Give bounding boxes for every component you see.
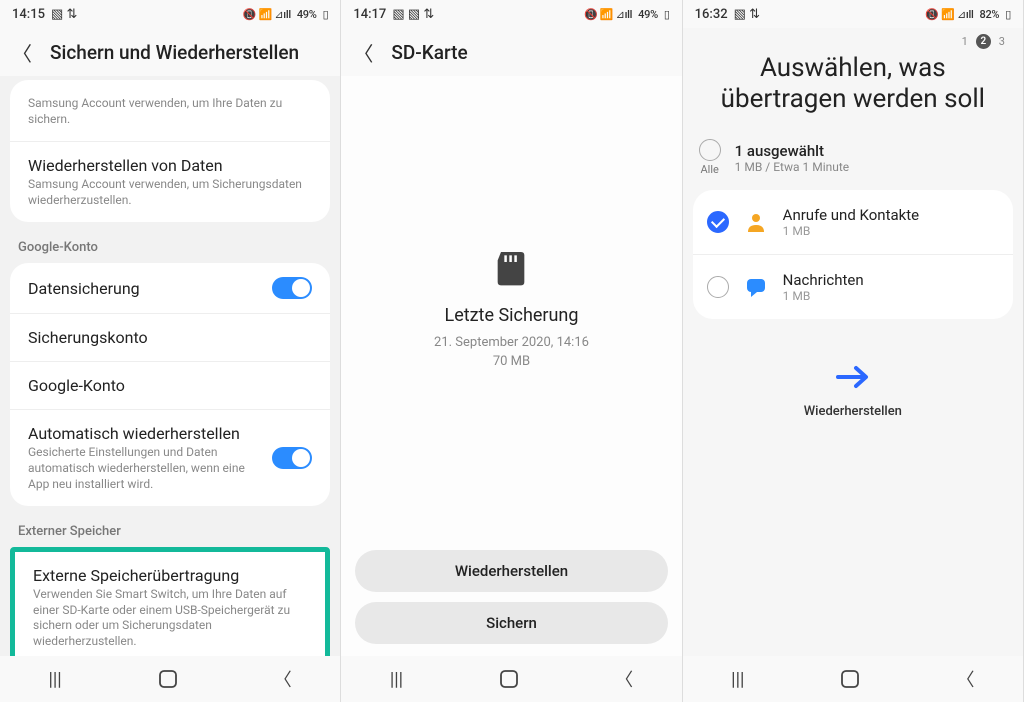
- status-battery: 82%: [980, 8, 1000, 21]
- person-icon: [743, 209, 769, 235]
- status-battery: 49%: [638, 8, 658, 21]
- restore-data-row[interactable]: Wiederherstellen von Daten Samsung Accou…: [10, 142, 330, 222]
- chat-icon: [743, 274, 769, 300]
- google-account-card: Datensicherung Sicherungskonto Google-Ko…: [10, 263, 330, 506]
- header: 〈 Sichern und Wiederherstellen: [0, 28, 340, 76]
- status-left-icons: ▧ ⇅: [51, 7, 77, 22]
- backup-account-row[interactable]: Sicherungskonto: [10, 314, 330, 362]
- select-all-label: Alle: [699, 163, 721, 176]
- phone-2-sd-card: 14:17 ▧ ▧ ⇅ 📵 📶 ⊿ıll 49% ▯ 〈 SD-Karte Le…: [341, 0, 682, 702]
- content: Samsung Account verwenden, um Ihre Daten…: [0, 76, 340, 656]
- item-title: Nachrichten: [783, 271, 864, 289]
- item-size: 1 MB: [783, 289, 864, 303]
- data-backup-row[interactable]: Datensicherung: [10, 263, 330, 314]
- item-messages[interactable]: Nachrichten 1 MB: [693, 255, 1013, 319]
- status-bar: 16:32 ▧ ⇅ 📵 📶 ⊿ıll 82% ▯: [683, 0, 1023, 28]
- auto-restore-title: Automatisch wiederherstellen: [28, 424, 262, 443]
- sd-card-icon: [491, 247, 531, 287]
- status-time: 16:32: [695, 7, 728, 22]
- data-backup-toggle[interactable]: [272, 277, 312, 299]
- home-button[interactable]: [159, 670, 177, 688]
- restore-action[interactable]: Wiederherstellen: [683, 363, 1023, 419]
- section-google-label: Google-Konto: [10, 232, 330, 263]
- back-button[interactable]: 〈: [12, 38, 32, 67]
- restore-label: Wiederherstellen: [683, 404, 1023, 419]
- navbar: ||| 〈: [0, 656, 340, 702]
- status-left-icons: ▧ ▧ ⇅: [392, 7, 434, 22]
- select-all-radio[interactable]: [699, 139, 721, 161]
- external-storage-title: Externe Speicherübertragung: [33, 566, 307, 585]
- status-battery: 49%: [297, 8, 317, 21]
- back-nav-button[interactable]: 〈: [274, 666, 292, 692]
- item-calls-contacts[interactable]: Anrufe und Kontakte 1 MB: [693, 190, 1013, 255]
- status-bar: 14:17 ▧ ▧ ⇅ 📵 📶 ⊿ıll 49% ▯: [341, 0, 681, 28]
- status-right-icons: 📵 📶 ⊿ıll: [243, 8, 291, 21]
- external-storage-sub: Verwenden Sie Smart Switch, um Ihre Date…: [33, 587, 307, 649]
- navbar: ||| 〈: [341, 656, 681, 702]
- status-right-icons: 📵 📶 ⊿ıll: [925, 8, 973, 21]
- home-button[interactable]: [841, 670, 859, 688]
- auto-restore-row[interactable]: Automatisch wiederherstellen Gesicherte …: [10, 410, 330, 506]
- progress-steps: 1 2 3: [683, 28, 1023, 53]
- selected-count: 1 ausgewählt: [735, 142, 850, 160]
- battery-icon: ▯: [664, 8, 670, 21]
- arrow-right-icon: [683, 363, 1023, 398]
- page-title: SD-Karte: [391, 41, 467, 64]
- step-1: 1: [962, 35, 968, 48]
- last-backup-title: Letzte Sicherung: [445, 305, 579, 326]
- home-button[interactable]: [500, 670, 518, 688]
- battery-icon: ▯: [1005, 8, 1011, 21]
- navbar: ||| 〈: [683, 656, 1023, 702]
- back-nav-button[interactable]: 〈: [615, 666, 633, 692]
- auto-restore-sub: Gesicherte Einstellungen und Daten autom…: [28, 445, 262, 492]
- google-account-row[interactable]: Google-Konto: [10, 362, 330, 410]
- backup-data-row[interactable]: Samsung Account verwenden, um Ihre Daten…: [10, 80, 330, 142]
- backup-button[interactable]: Sichern: [355, 602, 667, 644]
- external-storage-card[interactable]: Externe Speicherübertragung Verwenden Si…: [10, 547, 330, 656]
- select-all-row[interactable]: Alle 1 ausgewählt 1 MB / Etwa 1 Minute: [683, 133, 1023, 190]
- google-account-title: Google-Konto: [28, 376, 312, 395]
- item-radio-unchecked[interactable]: [707, 276, 729, 298]
- status-time: 14:15: [12, 7, 45, 22]
- item-title: Anrufe und Kontakte: [783, 206, 919, 224]
- recents-button[interactable]: |||: [49, 669, 62, 690]
- status-left-icons: ▧ ⇅: [734, 7, 760, 22]
- item-size: 1 MB: [783, 224, 919, 238]
- restore-data-title: Wiederherstellen von Daten: [28, 156, 312, 175]
- button-stack: Wiederherstellen Sichern: [341, 542, 681, 656]
- samsung-account-card: Samsung Account verwenden, um Ihre Daten…: [10, 80, 330, 222]
- recents-button[interactable]: |||: [390, 669, 403, 690]
- center-content: Letzte Sicherung 21. September 2020, 14:…: [341, 76, 681, 542]
- recents-button[interactable]: |||: [731, 669, 744, 690]
- phone-3-select-data: 16:32 ▧ ⇅ 📵 📶 ⊿ıll 82% ▯ 1 2 3 Auswählen…: [683, 0, 1024, 702]
- page-title: Auswählen, was übertragen werden soll: [683, 53, 1023, 133]
- section-external-label: Externer Speicher: [10, 516, 330, 547]
- back-button[interactable]: 〈: [353, 38, 373, 67]
- selected-size-time: 1 MB / Etwa 1 Minute: [735, 160, 850, 174]
- status-time: 14:17: [353, 7, 386, 22]
- battery-icon: ▯: [323, 8, 329, 21]
- backup-data-sub: Samsung Account verwenden, um Ihre Daten…: [28, 96, 312, 127]
- restore-data-sub: Samsung Account verwenden, um Sicherungs…: [28, 177, 312, 208]
- auto-restore-toggle[interactable]: [272, 447, 312, 469]
- step-3: 3: [999, 35, 1005, 48]
- status-bar: 14:15 ▧ ⇅ 📵 📶 ⊿ıll 49% ▯: [0, 0, 340, 28]
- status-right-icons: 📵 📶 ⊿ıll: [584, 8, 632, 21]
- header: 〈 SD-Karte: [341, 28, 681, 76]
- page-title: Sichern und Wiederherstellen: [50, 41, 299, 64]
- items-card: Anrufe und Kontakte 1 MB Nachrichten 1 M…: [693, 190, 1013, 319]
- back-nav-button[interactable]: 〈: [956, 666, 974, 692]
- item-radio-checked[interactable]: [707, 211, 729, 233]
- phone-1-backup-restore: 14:15 ▧ ⇅ 📵 📶 ⊿ıll 49% ▯ 〈 Sichern und W…: [0, 0, 341, 702]
- last-backup-size: 70 MB: [434, 353, 589, 371]
- step-2-active: 2: [976, 34, 991, 49]
- restore-button[interactable]: Wiederherstellen: [355, 550, 667, 592]
- data-backup-title: Datensicherung: [28, 279, 140, 298]
- last-backup-date: 21. September 2020, 14:16: [434, 334, 589, 352]
- backup-account-title: Sicherungskonto: [28, 328, 312, 347]
